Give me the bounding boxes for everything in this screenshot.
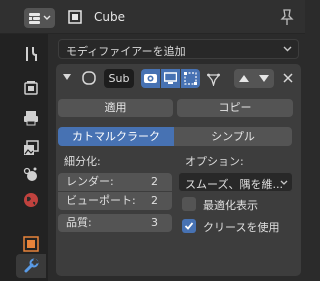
object-name: Cube xyxy=(94,10,125,24)
scene-tab[interactable] xyxy=(19,162,43,186)
add-modifier-dropdown[interactable]: モディファイアーを追加 xyxy=(58,39,299,59)
move-up-button[interactable] xyxy=(234,69,254,88)
show-in-editmode-toggle[interactable] xyxy=(141,69,160,88)
pin-icon[interactable] xyxy=(280,8,294,26)
chevron-down-icon xyxy=(280,180,288,185)
output-tab[interactable] xyxy=(19,106,43,130)
use-creases-checkbox[interactable] xyxy=(182,219,196,233)
quality-label: 品質: xyxy=(66,216,92,229)
viewport-levels-value: 2 xyxy=(151,194,158,207)
modifier-tab[interactable] xyxy=(16,254,46,278)
render-levels-field[interactable]: レンダー: 2 xyxy=(58,173,172,191)
show-viewport-toggle[interactable] xyxy=(161,69,180,88)
tab-simple[interactable]: シンプル xyxy=(174,127,292,146)
quality-value: 3 xyxy=(151,216,158,229)
close-icon[interactable] xyxy=(281,70,295,86)
add-modifier-label: モディファイアーを追加 xyxy=(66,45,186,58)
copy-button[interactable]: コピー xyxy=(177,99,293,117)
properties-header: Cube xyxy=(0,0,305,34)
modifier-name-field[interactable]: Sub xyxy=(104,69,134,88)
properties-tab-bar xyxy=(0,34,48,281)
viewport-levels-label: ビューポート: xyxy=(66,194,136,207)
cube-object-icon xyxy=(68,10,82,24)
optimal-display-checkbox[interactable] xyxy=(182,197,196,211)
subdivision-modifier-panel xyxy=(56,64,301,276)
world-tab[interactable] xyxy=(19,188,43,212)
subdivisions-label: 細分化: xyxy=(64,155,101,168)
collapse-arrow-icon[interactable] xyxy=(63,73,71,81)
options-label: オプション: xyxy=(185,155,244,168)
tool-settings-tab[interactable] xyxy=(19,42,43,66)
show-render-toggle[interactable] xyxy=(181,69,200,88)
checkmark-icon xyxy=(184,222,194,230)
editor-type-button[interactable] xyxy=(24,8,55,28)
render-levels-value: 2 xyxy=(151,175,158,188)
quality-field[interactable]: 品質: 3 xyxy=(58,214,172,232)
object-tab[interactable] xyxy=(19,232,43,256)
chevron-down-icon xyxy=(283,46,292,52)
viewport-levels-field[interactable]: ビューポート: 2 xyxy=(58,192,172,210)
view-layer-tab[interactable] xyxy=(19,136,43,160)
on-cage-icon[interactable] xyxy=(203,69,223,88)
tab-catmull-clark[interactable]: カトマルクラーク xyxy=(58,127,174,146)
use-creases-label: クリースを使用 xyxy=(203,221,280,234)
uv-smooth-value: スムーズ、隅を維... xyxy=(185,178,283,191)
uv-smooth-dropdown[interactable]: スムーズ、隅を維... xyxy=(178,172,293,192)
render-levels-label: レンダー: xyxy=(66,175,114,188)
subdivision-surface-icon xyxy=(80,69,98,87)
move-down-button[interactable] xyxy=(254,69,274,88)
apply-button[interactable]: 適用 xyxy=(58,99,173,117)
optimal-display-label: 最適化表示 xyxy=(203,199,258,212)
render-tab[interactable] xyxy=(19,76,43,100)
